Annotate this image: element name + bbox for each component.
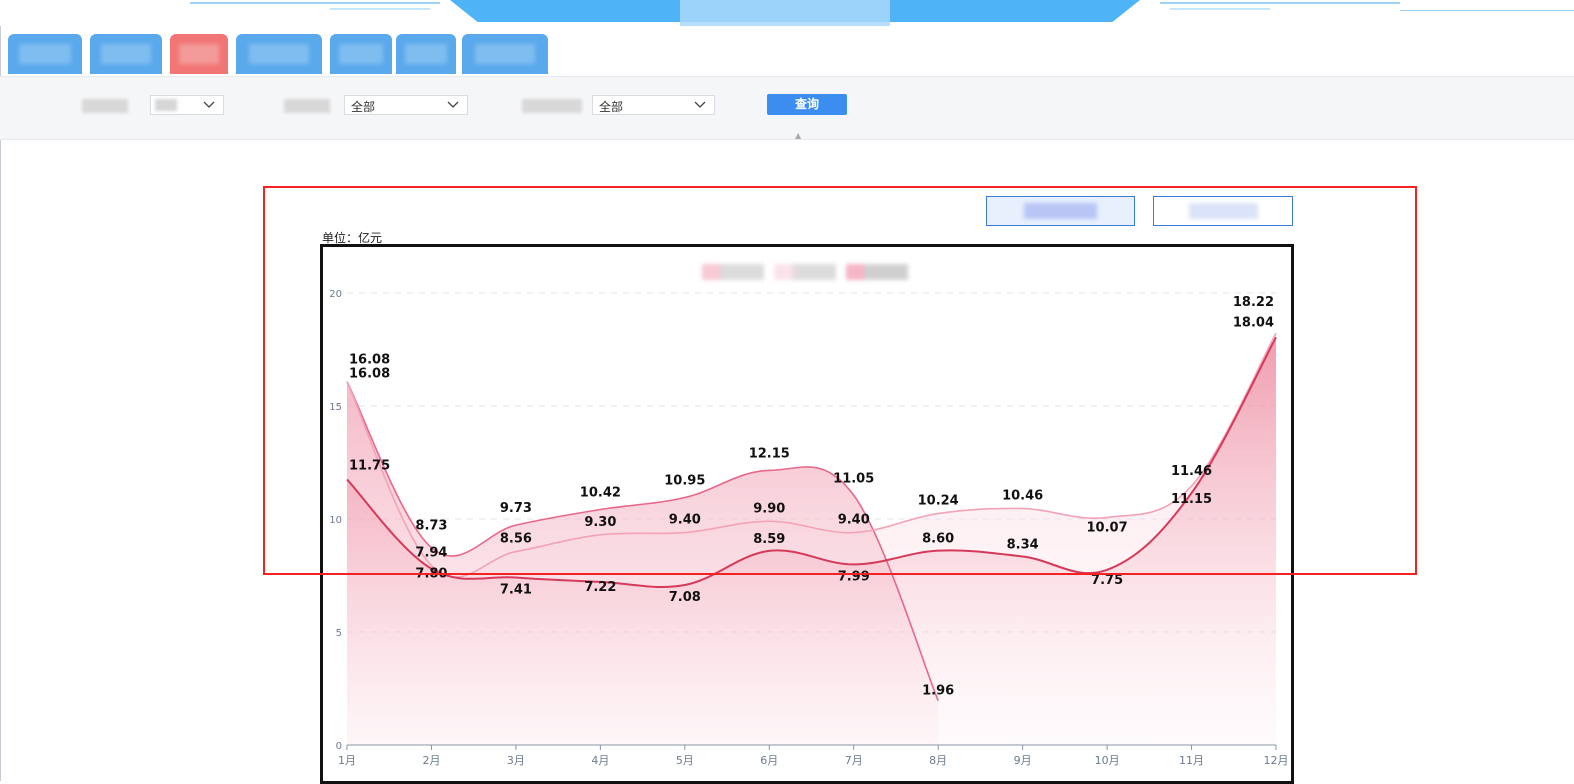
y-tick-label: 5 (336, 628, 342, 639)
x-tick-label: 11月 (1179, 754, 1204, 767)
x-tick-label: 1月 (338, 754, 356, 767)
data-label: 9.40 (669, 513, 701, 528)
data-label: 16.08 (349, 367, 390, 382)
data-label: 11.46 (1171, 464, 1212, 479)
data-label: 10.46 (1002, 489, 1043, 504)
x-tick-label: 2月 (422, 754, 440, 767)
data-label: 7.80 (415, 567, 447, 582)
data-label: 1.96 (922, 684, 954, 699)
data-label: 10.07 (1087, 520, 1128, 535)
data-label: 11.15 (1171, 492, 1212, 507)
data-label: 11.75 (349, 458, 390, 473)
x-tick-label: 4月 (591, 754, 609, 767)
data-label: 9.90 (753, 501, 785, 516)
x-tick-label: 10月 (1095, 754, 1120, 767)
data-label: 9.30 (584, 515, 616, 530)
x-tick-label: 9月 (1014, 754, 1032, 767)
x-tick-label: 6月 (760, 754, 778, 767)
x-tick-label: 3月 (507, 754, 525, 767)
y-tick-label: 20 (329, 289, 342, 300)
data-label: 8.34 (1007, 538, 1039, 553)
y-tick-label: 0 (336, 741, 342, 752)
y-tick-label: 10 (329, 515, 342, 526)
x-tick-label: 5月 (676, 754, 694, 767)
x-tick-label: 7月 (845, 754, 863, 767)
area-chart: 16.08 8.73 9.73 10.42 10.95 12.15 11.05 1.96 16.… (329, 289, 1289, 767)
data-label: 8.59 (753, 532, 785, 547)
data-label: 7.22 (584, 580, 616, 595)
data-label: 9.40 (838, 513, 870, 528)
data-label: 18.04 (1233, 315, 1274, 330)
data-label: 7.75 (1091, 573, 1123, 588)
data-label: 7.08 (669, 590, 701, 605)
data-label: 18.22 (1233, 295, 1274, 310)
data-label: 7.99 (838, 569, 870, 584)
y-tick-label: 15 (329, 402, 342, 413)
data-label: 9.73 (500, 501, 532, 516)
data-label: 10.42 (580, 486, 621, 501)
data-label: 16.08 (349, 353, 390, 368)
data-label: 8.73 (415, 519, 447, 534)
data-label: 8.56 (500, 532, 532, 547)
data-label: 10.95 (664, 474, 705, 489)
data-label: 10.24 (918, 494, 959, 509)
x-tick-label: 12月 (1264, 754, 1289, 767)
data-label: 12.15 (749, 446, 790, 461)
x-tick-label: 8月 (929, 754, 947, 767)
data-label: 11.05 (833, 471, 874, 486)
data-label: 8.60 (922, 532, 954, 547)
data-label: 7.94 (415, 546, 447, 561)
data-label: 7.41 (500, 583, 532, 598)
